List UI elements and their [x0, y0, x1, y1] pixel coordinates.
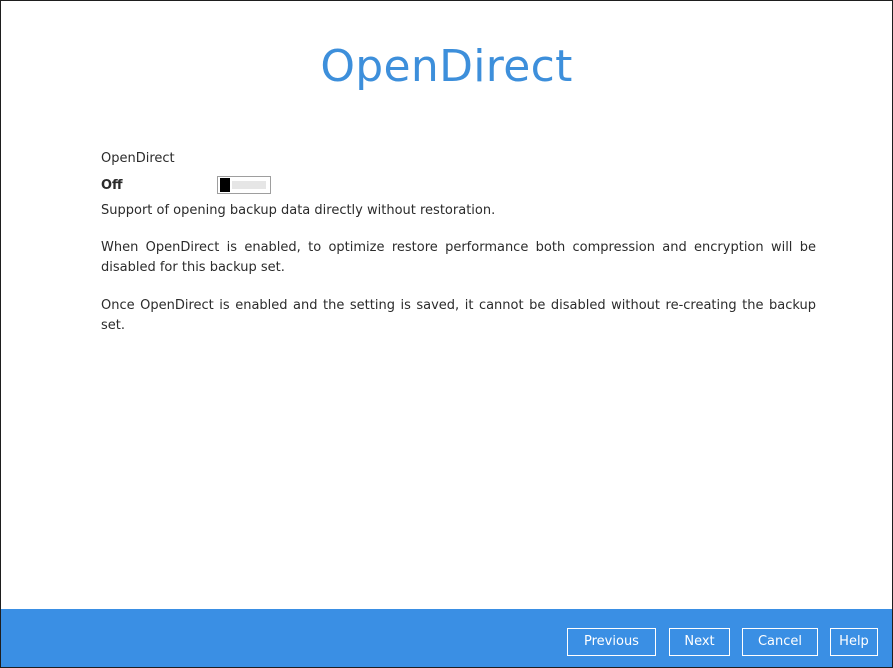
opendirect-description: Support of opening backup data directly … — [101, 203, 496, 218]
opendirect-section-label: OpenDirect — [101, 151, 175, 166]
page-title: OpenDirect — [320, 41, 573, 92]
cancel-button[interactable]: Cancel — [742, 628, 818, 656]
wizard-footer: Previous Next Cancel Help — [1, 609, 892, 667]
opendirect-toggle-row: Off — [101, 173, 816, 195]
next-button[interactable]: Next — [669, 628, 730, 656]
compression-encryption-note: When OpenDirect is enabled, to optimize … — [101, 240, 816, 275]
opendirect-settings: OpenDirect Off Support of opening backup… — [101, 149, 816, 354]
toggle-state-label: Off — [101, 178, 123, 193]
previous-button[interactable]: Previous — [567, 628, 656, 656]
toggle-track — [232, 181, 266, 189]
permanent-setting-note: Once OpenDirect is enabled and the setti… — [101, 298, 816, 333]
opendirect-toggle-switch[interactable] — [217, 176, 271, 194]
toggle-knob[interactable] — [220, 178, 230, 192]
wizard-window: OpenDirect OpenDirect Off Support of ope… — [0, 0, 893, 668]
help-button[interactable]: Help — [830, 628, 878, 656]
